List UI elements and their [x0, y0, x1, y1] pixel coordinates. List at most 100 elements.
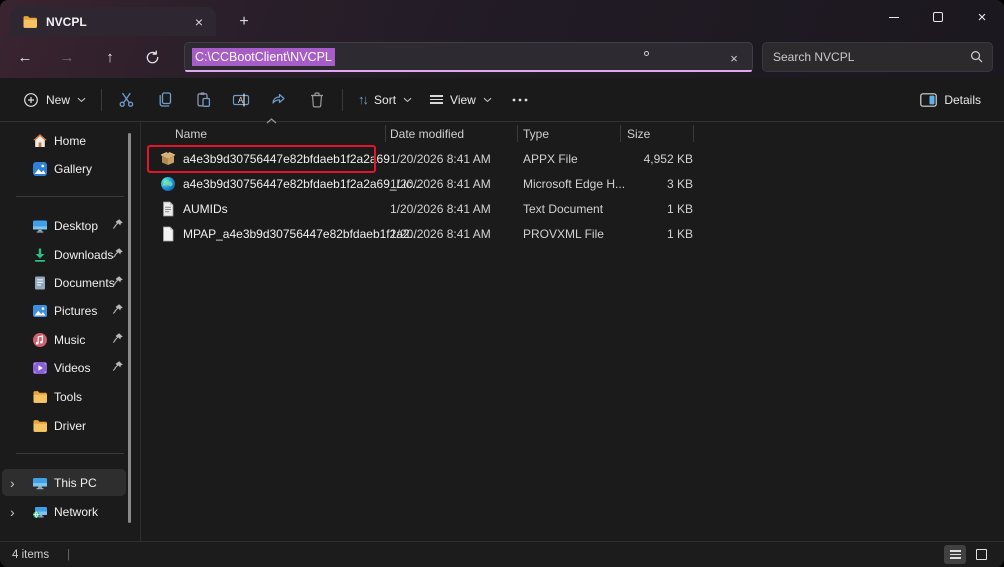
new-tab-button[interactable]: +	[233, 11, 255, 33]
file-name: AUMIDs	[183, 202, 228, 216]
sidebar-divider	[16, 453, 124, 454]
sidebar-item-pictures[interactable]: Pictures	[2, 297, 126, 324]
column-divider[interactable]	[517, 125, 518, 142]
file-size: 1 KB	[603, 202, 693, 216]
documents-icon	[32, 275, 48, 291]
column-header-type[interactable]: Type	[523, 122, 549, 145]
thumbnail-view-icon	[976, 549, 987, 560]
column-divider[interactable]	[385, 125, 386, 142]
chevron-right-icon[interactable]: ›	[10, 505, 22, 519]
downloads-icon	[32, 247, 48, 263]
pin-icon	[112, 247, 124, 259]
text-cursor-dot	[644, 51, 649, 56]
new-button[interactable]: New	[14, 84, 95, 116]
music-icon	[32, 332, 48, 348]
close-button[interactable]: ×	[960, 0, 1004, 34]
status-bar: 4 items |	[0, 541, 1004, 567]
explorer-tab[interactable]: NVCPL ×	[10, 7, 216, 36]
refresh-icon	[145, 50, 160, 65]
address-clear-icon[interactable]: ×	[724, 48, 744, 68]
file-date: 1/20/2026 8:41 AM	[390, 227, 491, 241]
details-button[interactable]: Details	[911, 84, 990, 116]
item-count: 4 items	[12, 549, 49, 561]
refresh-button[interactable]	[136, 41, 168, 73]
window-chrome: NVCPL × + × ← → ↑ C:\CCBootClient\NVCPL …	[0, 0, 1004, 78]
sidebar-item-label: Music	[54, 333, 85, 347]
pin-icon	[112, 360, 124, 372]
paste-button[interactable]	[184, 84, 222, 116]
share-button[interactable]	[260, 84, 298, 116]
tab-close-icon[interactable]: ×	[190, 13, 208, 31]
gallery-icon	[32, 161, 48, 177]
delete-button[interactable]	[298, 84, 336, 116]
sidebar-item-home[interactable]: Home	[2, 127, 126, 154]
file-list-pane: Name Date modified Type Size a4e3b9d3075…	[141, 122, 1004, 541]
sidebar-item-this-pc[interactable]: › This PC	[2, 469, 126, 496]
folder-icon	[32, 389, 48, 405]
sidebar-item-label: Home	[54, 134, 86, 148]
sidebar-item-label: Network	[54, 505, 98, 519]
arrow-up-icon: ↑	[106, 49, 114, 66]
maximize-button[interactable]	[916, 0, 960, 34]
sidebar-item-music[interactable]: Music	[2, 326, 126, 353]
minimize-button[interactable]	[872, 0, 916, 34]
details-panel-icon	[920, 93, 937, 107]
back-button[interactable]: ←	[9, 41, 41, 73]
file-date: 1/20/2026 8:41 AM	[390, 152, 491, 166]
sidebar-item-downloads[interactable]: Downloads	[2, 241, 126, 268]
sidebar-item-videos[interactable]: Videos	[2, 354, 126, 381]
copy-button[interactable]	[146, 84, 184, 116]
sidebar-item-label: Desktop	[54, 219, 98, 233]
details-view-button[interactable]	[944, 545, 966, 564]
file-row[interactable]: AUMIDs 1/20/2026 8:41 AM Text Document 1…	[141, 197, 1004, 222]
sidebar-item-tools[interactable]: Tools	[2, 383, 126, 410]
sidebar-item-driver[interactable]: Driver	[2, 412, 126, 439]
window-controls: ×	[872, 0, 1004, 36]
column-divider[interactable]	[620, 125, 621, 142]
up-button[interactable]: ↑	[94, 41, 126, 73]
file-date: 1/20/2026 8:41 AM	[390, 202, 491, 216]
file-explorer-window: NVCPL × + × ← → ↑ C:\CCBootClient\NVCPL …	[0, 0, 1004, 567]
cut-button[interactable]	[108, 84, 146, 116]
home-icon	[32, 133, 48, 149]
videos-icon	[32, 360, 48, 376]
column-header-date-modified[interactable]: Date modified	[390, 122, 464, 145]
sidebar-item-desktop[interactable]: Desktop	[2, 212, 126, 239]
column-header-name[interactable]: Name	[175, 122, 207, 145]
file-date: 1/20/2026 8:41 AM	[390, 177, 491, 191]
column-divider[interactable]	[693, 125, 694, 142]
navigation-sidebar: Home Gallery Desktop Downloads	[0, 122, 140, 541]
column-header-size[interactable]: Size	[627, 122, 650, 145]
sidebar-item-label: Documents	[54, 276, 115, 290]
arrow-left-icon: ←	[18, 49, 33, 66]
file-row[interactable]: MPAP_a4e3b9d30756447e82bfdaeb1f2a2... 1/…	[141, 222, 1004, 247]
more-options-button[interactable]	[501, 84, 539, 116]
provxml-file-icon	[160, 226, 176, 242]
search-input[interactable]: Search NVCPL	[762, 42, 993, 72]
forward-button[interactable]: →	[51, 41, 83, 73]
close-icon: ×	[978, 10, 987, 25]
view-button[interactable]: View	[421, 84, 501, 116]
sort-button[interactable]: ↑↓ Sort	[349, 84, 421, 116]
svg-text:A: A	[238, 96, 244, 105]
sidebar-item-label: Downloads	[54, 248, 113, 262]
address-bar[interactable]: C:\CCBootClient\NVCPL ×	[184, 42, 753, 72]
file-row[interactable]: a4e3b9d30756447e82bfdaeb1f2a2a69_Lic... …	[141, 172, 1004, 197]
view-list-icon	[430, 95, 443, 104]
sidebar-scrollbar[interactable]	[128, 133, 131, 523]
sidebar-item-network[interactable]: › Network	[2, 498, 126, 525]
chevron-right-icon[interactable]: ›	[10, 476, 22, 490]
sidebar-item-label: This PC	[54, 476, 97, 490]
paste-icon	[195, 91, 212, 108]
sidebar-item-documents[interactable]: Documents	[2, 269, 126, 296]
file-name: MPAP_a4e3b9d30756447e82bfdaeb1f2a2...	[183, 227, 420, 241]
pin-icon	[112, 303, 124, 315]
search-icon[interactable]	[969, 49, 984, 64]
sort-arrows-icon: ↑↓	[358, 92, 367, 107]
thumbnail-view-button[interactable]	[970, 545, 992, 564]
sidebar-item-label: Gallery	[54, 162, 92, 176]
folder-icon	[22, 14, 38, 30]
sidebar-item-gallery[interactable]: Gallery	[2, 155, 126, 182]
sidebar-item-label: Pictures	[54, 304, 97, 318]
rename-button[interactable]: A	[222, 84, 260, 116]
